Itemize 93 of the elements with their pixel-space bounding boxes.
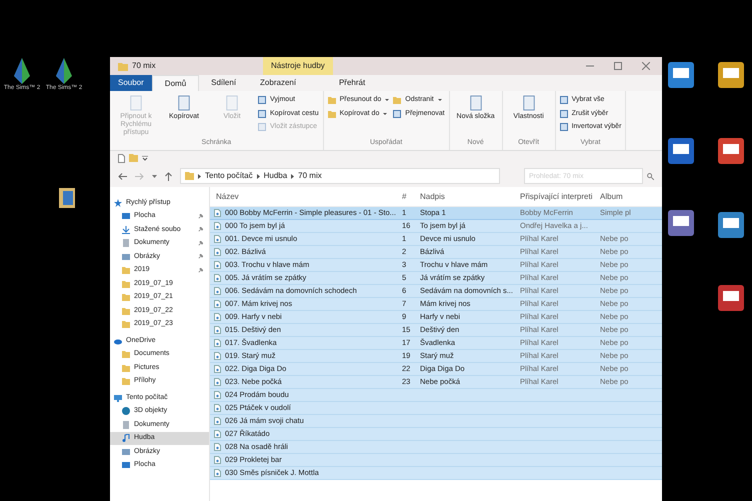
chevron-icon: [256, 174, 260, 178]
square-icon: [560, 123, 568, 132]
document-icon: [177, 95, 191, 111]
up-arrow-icon[interactable]: [165, 172, 172, 180]
computer-icon: [114, 394, 122, 402]
column-header[interactable]: Nadpis: [414, 190, 514, 202]
search-icon: [647, 172, 654, 180]
document-icon: [468, 95, 483, 111]
audio-file-icon: [214, 274, 221, 282]
caret-icon: [383, 112, 388, 115]
column-header[interactable]: Přispívající interpreti: [514, 190, 594, 202]
audio-file-icon: [214, 235, 221, 243]
ribbon-tab[interactable]: Domů: [152, 75, 200, 91]
folder-icon: [185, 172, 194, 180]
audio-file-icon: [214, 209, 221, 217]
document-icon: [122, 239, 130, 248]
square-icon: [393, 110, 402, 118]
column-header[interactable]: Název: [210, 190, 396, 202]
caret-icon: [438, 99, 442, 102]
chevron-icon: [291, 174, 294, 178]
app-icon[interactable]: [718, 212, 744, 238]
back-arrow-icon[interactable]: [118, 172, 127, 180]
pin-icon: [198, 214, 203, 219]
download-icon: [122, 226, 130, 234]
document-icon: [122, 420, 130, 429]
file-icon[interactable]: [59, 188, 75, 208]
audio-file-icon: [214, 378, 221, 386]
music-note-icon: [122, 434, 130, 442]
pin-icon: [198, 240, 203, 246]
audio-file-icon: [214, 430, 221, 438]
app-icon[interactable]: [668, 62, 694, 88]
audio-file-icon: [214, 313, 221, 321]
picture-icon: [122, 252, 130, 261]
ribbon-tab[interactable]: Zobrazení: [248, 75, 308, 91]
column-header[interactable]: #: [396, 190, 414, 202]
window-title: 70 mix: [132, 60, 156, 72]
square-icon: [258, 96, 266, 104]
address-bar[interactable]: Tento počítač Hudba 70 mix: [180, 168, 500, 184]
dropdown-icon[interactable]: [152, 174, 157, 178]
dropdown-icon[interactable]: [142, 156, 148, 160]
audio-file-icon: [214, 365, 221, 373]
audio-file-icon: [214, 300, 221, 308]
cloud-icon: [114, 336, 122, 345]
audio-file-icon: [214, 456, 221, 464]
chevron-icon: [198, 174, 201, 178]
audio-file-icon: [214, 339, 221, 347]
pin-icon: [198, 227, 203, 232]
audio-file-icon: [214, 404, 221, 412]
maximize-icon[interactable]: [614, 62, 622, 70]
document-icon[interactable]: [118, 154, 125, 162]
diamond-icon[interactable]: [54, 58, 74, 84]
audio-file-icon: [214, 248, 221, 256]
pin-icon: [198, 254, 203, 260]
audio-file-icon: [214, 287, 221, 295]
circle-icon: [122, 407, 130, 416]
app-icon[interactable]: [668, 138, 694, 164]
column-header[interactable]: Album: [594, 190, 644, 202]
monitor-icon: [122, 461, 130, 470]
caret-icon: [385, 99, 390, 102]
close-icon[interactable]: [642, 62, 650, 70]
app-icon[interactable]: [668, 210, 694, 236]
audio-file-icon: [214, 222, 221, 230]
audio-file-icon: [214, 352, 221, 360]
square-icon: [258, 110, 266, 118]
audio-file-icon: [214, 469, 221, 477]
square-icon: [560, 110, 568, 118]
audio-file-icon: [214, 391, 221, 399]
file-tab[interactable]: Soubor: [110, 75, 152, 91]
picture-icon: [122, 448, 130, 456]
audio-file-icon: [214, 261, 221, 269]
app-icon[interactable]: [718, 285, 744, 311]
pin-icon: [198, 268, 203, 273]
square-icon: [258, 123, 266, 132]
folder-icon: [118, 62, 128, 70]
breadcrumb-item[interactable]: 70 mix: [298, 170, 322, 182]
app-icon[interactable]: [718, 138, 744, 164]
ribbon-tab[interactable]: Přehrát: [318, 75, 386, 91]
diamond-icon[interactable]: [12, 58, 32, 84]
document-icon: [225, 95, 239, 111]
breadcrumb-item[interactable]: Hudba: [264, 170, 288, 182]
monitor-icon: [122, 212, 130, 220]
audio-file-icon: [214, 417, 221, 425]
square-icon: [560, 96, 568, 104]
folder-icon: [393, 96, 402, 104]
star-icon: [114, 198, 122, 207]
document-icon: [129, 95, 143, 111]
audio-file-icon: [214, 326, 221, 334]
document-icon: [522, 95, 536, 111]
breadcrumb-item[interactable]: Tento počítač: [205, 170, 253, 182]
audio-file-icon: [214, 443, 221, 451]
context-tab-label: Nástroje hudby: [263, 57, 333, 75]
app-icon[interactable]: [718, 62, 744, 88]
ribbon-tab[interactable]: Sdílení: [199, 75, 248, 91]
